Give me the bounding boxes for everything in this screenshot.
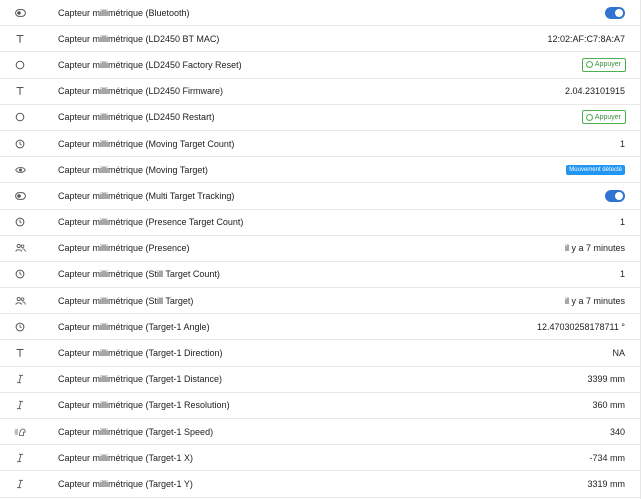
entity-state: 3319 mm (587, 478, 625, 489)
press-button[interactable]: Appuyer (581, 110, 626, 125)
text-icon (14, 347, 26, 359)
italic-i-icon (14, 399, 26, 411)
text-icon (14, 33, 26, 45)
entity-row[interactable]: Capteur millimétrique (Target-1 Distance… (0, 367, 640, 393)
entity-row[interactable]: Capteur millimétrique (Target-1 Speed) 34… (0, 419, 640, 446)
entity-label: Capteur millimétrique (LD2450 Restart) (58, 112, 215, 123)
toggle-knob (615, 8, 623, 17)
entity-state: il y a 7 minutes (564, 295, 625, 306)
entity-row[interactable]: Capteur millimétrique (Target-1 Directio… (0, 340, 640, 367)
entity-row[interactable]: Capteur millimétrique (Still Target Coun… (0, 262, 640, 289)
entity-label: Capteur millimétrique (Target-1 Resoluti… (58, 400, 230, 411)
toggle-icon (14, 190, 26, 202)
entity-row[interactable]: Capteur millimétrique (Target-1 Y) 3319 m… (0, 471, 640, 498)
entity-label: Capteur millimétrique (Target-1 X) (58, 452, 194, 463)
circle-icon (585, 113, 593, 121)
entity-state: 1 (619, 217, 625, 228)
entity-state: 12:02:AF:C7:8A:A7 (547, 33, 625, 44)
entity-label: Capteur millimétrique (LD2450 BT MAC) (58, 33, 220, 44)
press-button-label: Appuyer (594, 61, 621, 69)
entity-row[interactable]: Capteur millimétrique (LD2450 BT MAC) 12:… (0, 26, 640, 53)
entity-state: 3399 mm (587, 374, 625, 385)
entity-label: Capteur millimétrique (Moving Target) (58, 164, 208, 175)
italic-i-icon (14, 373, 26, 385)
speed-icon (14, 426, 26, 438)
entity-row[interactable]: Capteur millimétrique (Still Target) il y… (0, 288, 640, 315)
gauge-icon (14, 268, 26, 280)
entity-row[interactable]: Capteur millimétrique (Moving Target) Mou… (0, 157, 640, 184)
entity-state: NA (612, 348, 625, 359)
entity-state: 12.47030258178711 ° (536, 321, 625, 332)
entity-row[interactable]: Capteur millimétrique (Presence Target C… (0, 210, 640, 236)
entity-toggle[interactable] (605, 189, 625, 202)
status-badge: Mouvement détecté (566, 164, 625, 175)
entity-label: Capteur millimétrique (LD2450 Firmware) (58, 86, 224, 97)
italic-i-icon (14, 478, 26, 490)
entity-label: Capteur millimétrique (Target-1 Y) (58, 478, 193, 489)
entity-row[interactable]: Capteur millimétrique (Presence) il y a 7… (0, 236, 640, 262)
eye-icon (14, 164, 26, 176)
entity-state: 1 (619, 269, 625, 280)
entity-row[interactable]: Capteur millimétrique (Target-1 Resoluti… (0, 393, 640, 419)
entity-toggle[interactable] (605, 6, 625, 19)
entity-row[interactable]: Capteur millimétrique (Target-1 X) -734 m… (0, 445, 640, 472)
text-icon (14, 85, 26, 97)
entity-row[interactable]: Capteur millimétrique (Bluetooth) (0, 0, 640, 27)
press-button[interactable]: Appuyer (581, 57, 626, 72)
entity-label: Capteur millimétrique (LD2450 Factory Re… (58, 59, 242, 70)
circle-button-icon (14, 111, 26, 123)
toggle-knob (615, 191, 623, 200)
entity-label: Capteur millimétrique (Still Target) (58, 295, 194, 306)
entity-label: Capteur millimétrique (Still Target Coun… (58, 269, 220, 280)
entity-label: Capteur millimétrique (Target-1 Distance… (58, 374, 223, 385)
entity-label: Capteur millimétrique (Target-1 Directio… (58, 348, 223, 359)
entity-label: Capteur millimétrique (Presence) (58, 243, 190, 254)
people-icon (14, 295, 26, 307)
entity-state: -734 mm (589, 452, 625, 463)
gauge-icon (14, 138, 26, 150)
entity-state: 340 (609, 426, 625, 437)
entity-label: Capteur millimétrique (Bluetooth) (58, 7, 190, 18)
entity-state: il y a 7 minutes (564, 243, 625, 254)
press-button-label: Appuyer (594, 113, 621, 121)
entity-label: Capteur millimétrique (Target-1 Angle) (58, 321, 210, 332)
circle-button-icon (14, 59, 26, 71)
entity-list: Capteur millimétrique (Bluetooth) Capteur… (0, 0, 641, 499)
entity-label: Capteur millimétrique (Presence Target C… (58, 217, 244, 228)
circle-icon (585, 61, 593, 69)
toggle-icon (14, 7, 26, 19)
entity-row[interactable]: Capteur millimétrique (Moving Target Cou… (0, 131, 640, 158)
entity-row[interactable]: Capteur millimétrique (LD2450 Firmware) 2… (0, 79, 640, 105)
entity-label: Capteur millimétrique (Multi Target Trac… (58, 190, 235, 201)
entity-state: 1 (619, 138, 625, 149)
entity-state: 2.04.23101915 (564, 86, 625, 97)
entity-row[interactable]: Capteur millimétrique (Multi Target Trac… (0, 183, 640, 210)
entity-row[interactable]: Capteur millimétrique (LD2450 Factory Re… (0, 52, 640, 79)
entity-label: Capteur millimétrique (Moving Target Cou… (58, 138, 235, 149)
entity-row[interactable]: Capteur millimétrique (Target-1 Angle) 12… (0, 314, 640, 341)
people-icon (14, 242, 26, 254)
entity-state: 360 mm (592, 400, 625, 411)
gauge-icon (14, 321, 26, 333)
italic-i-icon (14, 452, 26, 464)
gauge-icon (14, 216, 26, 228)
entity-row[interactable]: Capteur millimétrique (LD2450 Restart) Ap… (0, 105, 640, 131)
entity-label: Capteur millimétrique (Target-1 Speed) (58, 426, 214, 437)
